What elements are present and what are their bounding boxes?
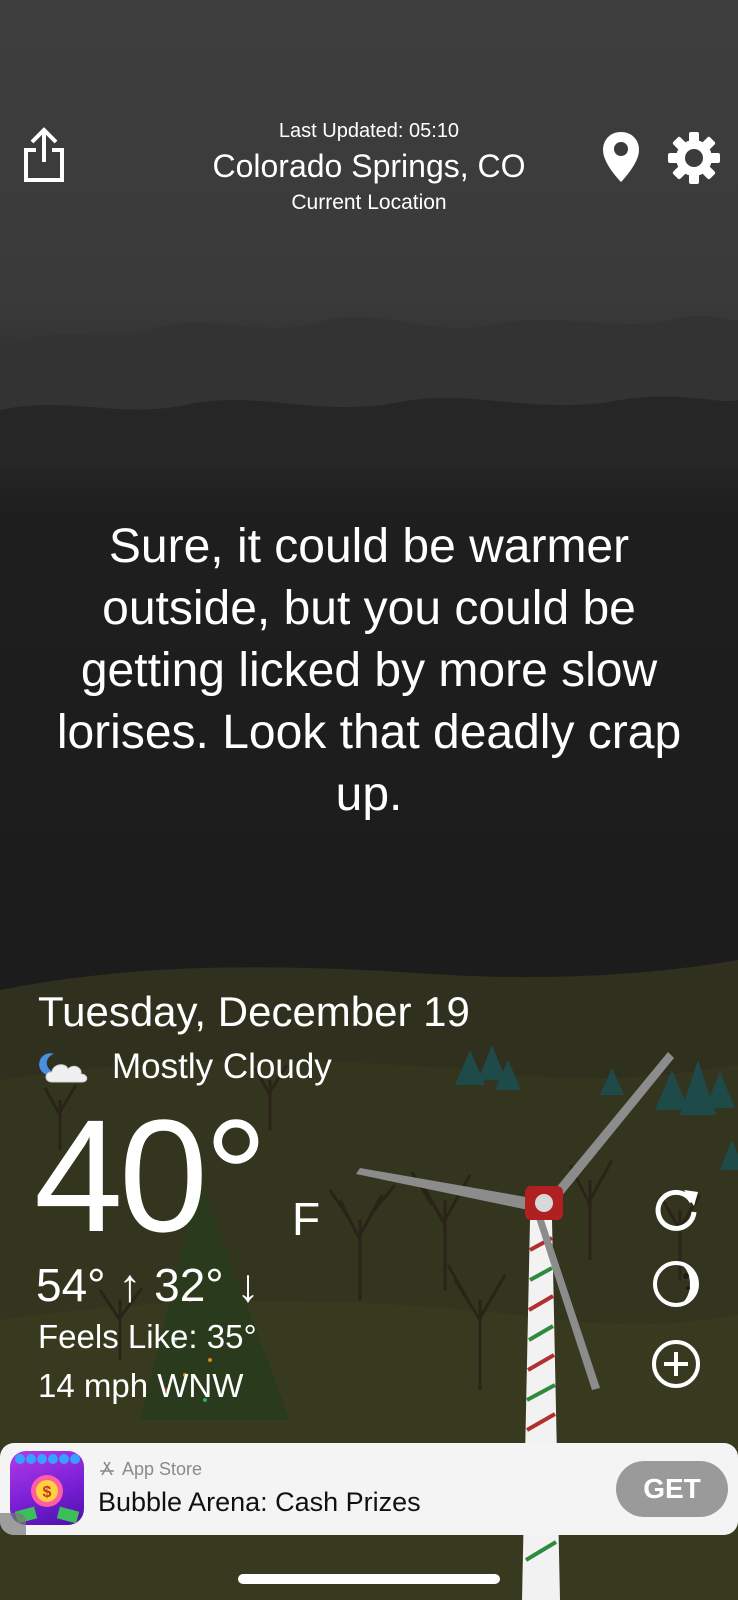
wind-speed: 14 mph WNW [38,1367,244,1404]
weather-quote: Sure, it could be warmer outside, but yo… [56,520,682,821]
current-temperature: 40° [34,1086,268,1265]
refresh-button[interactable] [650,1182,702,1234]
forecast-date: Tuesday, December 19 [38,988,470,1035]
location-label: Current Location [291,191,447,214]
ad-store-label: App Store [98,1459,202,1480]
condition-summary: Mostly Cloudy [112,1047,332,1086]
moon-phase-button[interactable] [650,1258,702,1310]
home-indicator[interactable] [238,1574,500,1584]
partly-cloudy-night-icon [38,1050,94,1086]
ad-banner[interactable]: $ App Store Bubble Arena: Cash Prizes GE… [0,1443,738,1535]
last-updated: Last Updated: 05:10 [278,120,460,142]
gear-icon [668,132,720,184]
location-button[interactable] [598,128,644,188]
ad-title[interactable]: Bubble Arena: Cash Prizes [98,1487,421,1518]
map-pin-icon [603,132,639,182]
add-location-button[interactable] [650,1338,702,1390]
plus-circle-icon [652,1340,700,1388]
settings-button[interactable] [664,128,724,188]
moon-icon [653,1261,699,1307]
feels-like: Feels Like: 35° [38,1318,257,1355]
ad-get-button[interactable]: GET [616,1461,728,1517]
share-button[interactable] [18,124,70,186]
city-name[interactable]: Colorado Springs, CO [160,148,578,185]
temperature-unit[interactable]: F [292,1192,320,1246]
app-store-icon [100,1461,114,1476]
svg-text:$: $ [43,1484,52,1501]
ad-store-text: App Store [122,1459,203,1479]
weather-screen: Last Updated: 05:10 Colorado Springs, CO… [0,0,738,1600]
refresh-icon [655,1189,698,1231]
high-low-temperature: 54° ↑ 32° ↓ [36,1259,260,1311]
share-icon [24,127,64,182]
